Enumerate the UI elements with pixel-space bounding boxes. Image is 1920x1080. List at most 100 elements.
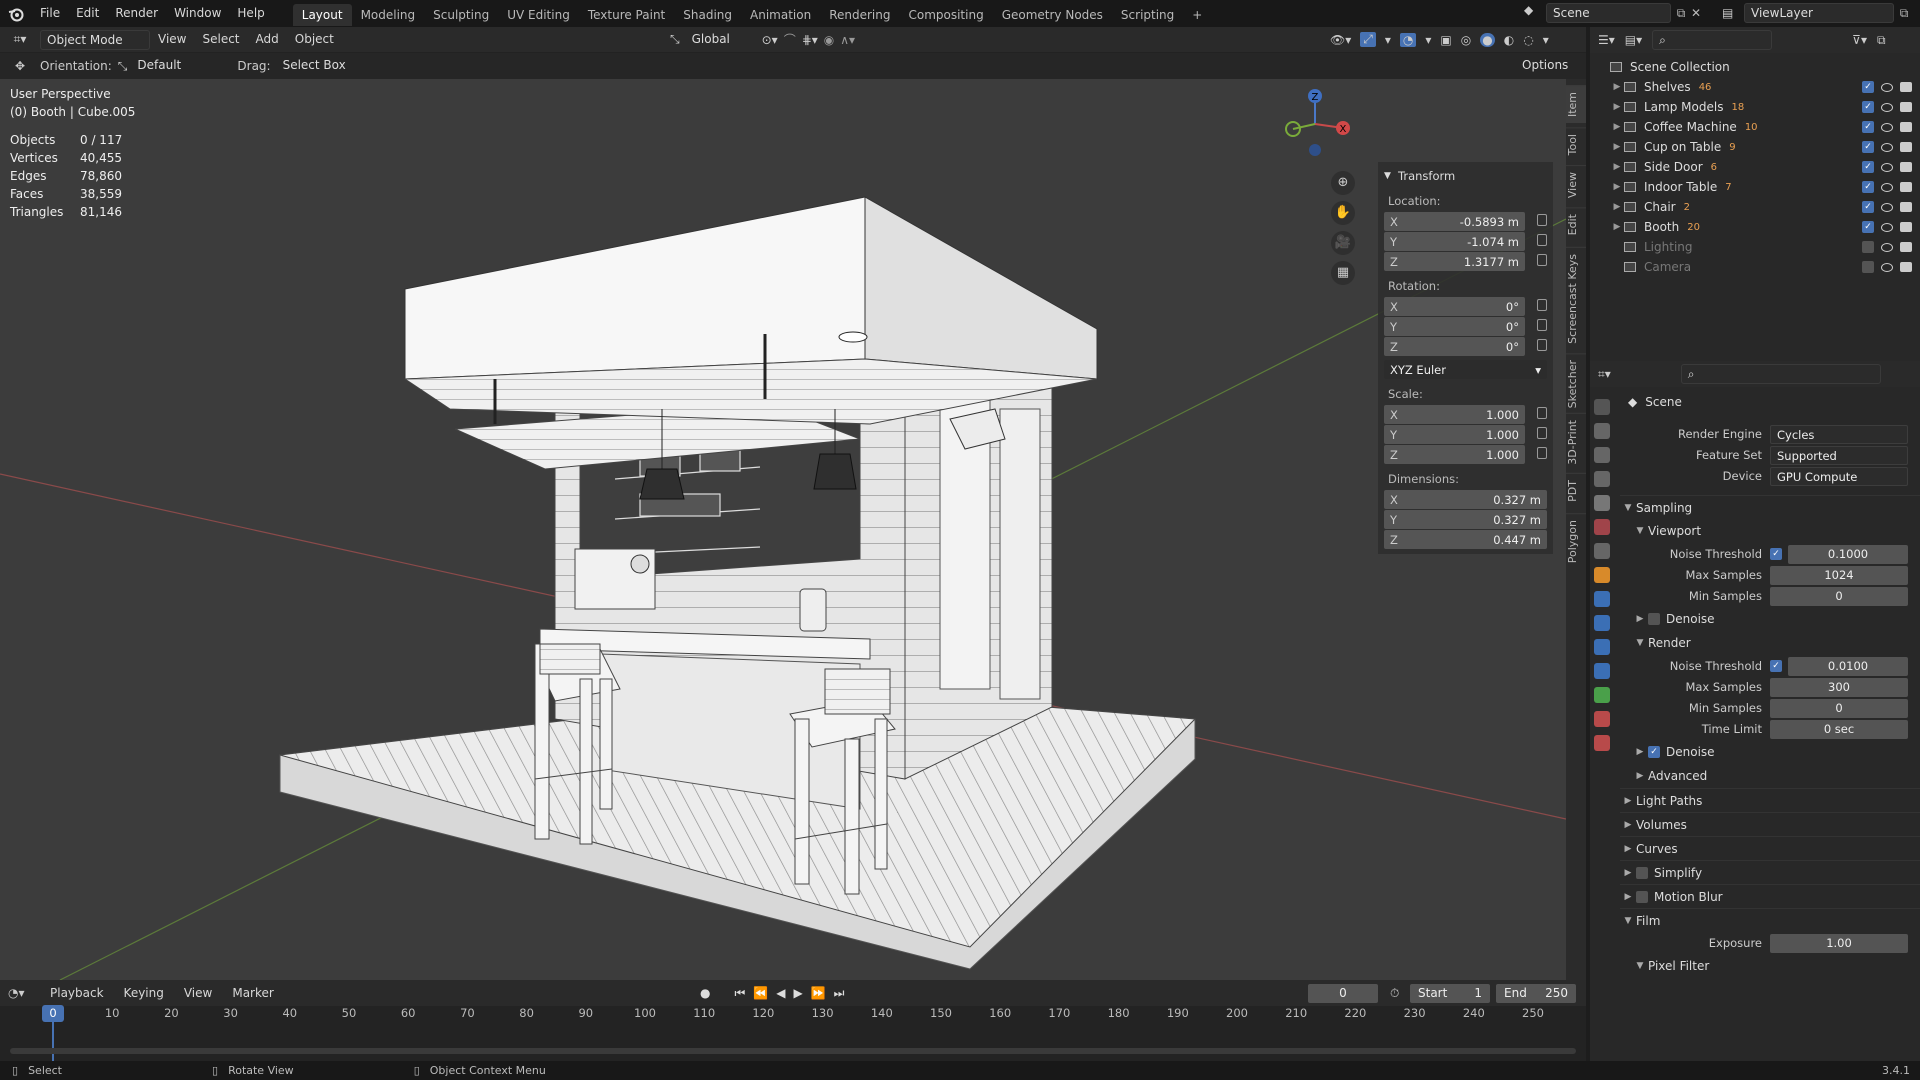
pivot-icon[interactable]: ⊙▾ [762,33,778,47]
pixel-filter-subpanel[interactable]: ▼ Pixel Filter [1620,954,1920,978]
advanced-subpanel[interactable]: ▶ Advanced [1620,764,1920,788]
viewlayer-icon[interactable]: ▤ [1722,6,1744,20]
navigation-gizmo[interactable]: Z X [1275,84,1355,164]
display-mode-icon[interactable]: ▤▾ [1625,33,1642,47]
delete-scene-icon[interactable]: ✕ [1691,6,1707,20]
shading-options-icon[interactable]: ▾ [1543,33,1549,47]
new-collection-icon[interactable]: ⧉ [1877,33,1886,48]
timeline-menu-playback[interactable]: Playback [42,980,112,1007]
r-min-samples-field[interactable]: 0 [1770,698,1908,718]
outliner-search-input[interactable]: ⌕ [1652,30,1773,50]
rotation-mode-selector[interactable]: XYZ Euler ▾ [1384,360,1547,379]
render-camera-icon[interactable] [1900,222,1912,232]
expand-arrow-icon[interactable]: ▶ [1610,162,1624,172]
exclude-checkbox[interactable]: ✓ [1862,81,1874,93]
render-camera-icon[interactable] [1900,142,1912,152]
lock-icon[interactable] [1537,299,1547,311]
options-button[interactable]: Options [1516,56,1578,76]
timeline-menu-keying[interactable]: Keying [116,980,172,1007]
outliner-item-chair[interactable]: ▶ Chair 2 ✓ [1610,197,1920,217]
feature-set-selector[interactable]: Supported [1770,445,1908,465]
render-engine-selector[interactable]: Cycles [1770,424,1908,444]
simplify-checkbox[interactable] [1636,866,1648,879]
lock-icon[interactable] [1537,407,1547,419]
render-camera-icon[interactable] [1900,262,1912,272]
vp-menu-object[interactable]: Object [287,26,342,53]
render-camera-icon[interactable] [1900,122,1912,132]
tab-rendering[interactable]: Rendering [820,4,899,26]
expand-arrow-icon[interactable]: ▶ [1610,82,1624,92]
viewlayer-selector[interactable]: ViewLayer [1744,3,1894,23]
rendered-shading-icon[interactable]: ◌ [1523,33,1533,47]
mode-selector[interactable]: Object Mode [40,29,150,50]
vp-menu-view[interactable]: View [150,26,194,53]
outliner-item-side-door[interactable]: ▶ Side Door 6 ✓ [1610,157,1920,177]
collapse-chevron-icon[interactable]: ▼ [1384,171,1398,181]
solid-shading-icon[interactable]: ● [1480,32,1495,47]
scale-x-field[interactable]: X 1.000 [1384,405,1547,424]
tab-scripting[interactable]: Scripting [1112,4,1183,26]
outliner-editor-icon[interactable]: ☰▾ [1598,33,1615,47]
jump-start-icon[interactable]: ⏮ [734,986,745,1001]
rotation-y-field[interactable]: Y 0° [1384,317,1547,336]
tab-edit[interactable]: Edit [1566,207,1586,242]
falloff-icon[interactable]: ∧▾ [840,33,855,47]
motion-blur-checkbox[interactable] [1636,890,1648,903]
outliner-item-lamp-models[interactable]: ▶ Lamp Models 18 ✓ [1610,97,1920,117]
exclude-checkbox[interactable]: ✓ [1862,141,1874,153]
exclude-checkbox[interactable]: ✓ [1862,161,1874,173]
outliner-item-cup-on-table[interactable]: ▶ Cup on Table 9 ✓ [1610,137,1920,157]
eye-icon[interactable] [1881,183,1893,192]
dimensions-z-field[interactable]: Z 0.447 m [1384,530,1547,549]
lock-icon[interactable] [1537,319,1547,331]
start-frame-field[interactable]: Start 1 [1410,983,1490,1003]
render-tab-icon[interactable] [1594,423,1610,439]
ortho-grid-icon[interactable]: ▦ [1331,261,1355,285]
particles-tab-icon[interactable] [1594,615,1610,631]
exposure-field[interactable]: 1.00 [1770,933,1908,953]
vp-max-samples-field[interactable]: 1024 [1770,565,1908,585]
render-camera-icon[interactable] [1900,202,1912,212]
snap-target-icon[interactable]: ⋕▾ [802,33,818,47]
proportional-edit-icon[interactable]: ◉ [824,33,834,47]
new-viewlayer-icon[interactable]: ⧉ [1894,6,1914,21]
gizmo-neg-z-axis[interactable] [1309,144,1321,156]
location-z-field[interactable]: Z 1.3177 m [1384,252,1547,271]
vp-menu-add[interactable]: Add [248,26,287,53]
collection-tab-icon[interactable] [1594,543,1610,559]
lock-icon[interactable] [1537,427,1547,439]
tab-sculpting[interactable]: Sculpting [424,4,498,26]
tab-view[interactable]: View [1566,165,1586,205]
editor-type-icon[interactable]: ⌗▾ [0,32,40,47]
view-layer-tab-icon[interactable] [1594,471,1610,487]
3d-viewport[interactable]: User Perspective (0) Booth | Cube.005 Ob… [0,79,1566,980]
timeline-menu-marker[interactable]: Marker [224,980,281,1007]
render-camera-icon[interactable] [1900,242,1912,252]
tab-polygon[interactable]: Polygon [1566,513,1586,570]
exclude-checkbox[interactable]: ✓ [1862,201,1874,213]
scene-selector[interactable]: Scene [1546,3,1671,23]
render-camera-icon[interactable] [1900,82,1912,92]
lock-icon[interactable] [1537,234,1547,246]
transform-orientation-selector[interactable]: Global [686,30,756,50]
tab-sketcher[interactable]: Sketcher [1566,353,1586,415]
jump-end-icon[interactable]: ⏭ [834,986,845,1001]
eye-icon[interactable] [1881,223,1893,232]
exclude-checkbox[interactable] [1862,261,1874,273]
expand-arrow-icon[interactable]: ▶ [1610,142,1624,152]
tab-screencast-keys[interactable]: Screencast Keys [1566,247,1586,350]
outliner-item-camera[interactable]: Camera [1610,257,1920,277]
filter-icon[interactable]: ⊽▾ [1852,33,1867,47]
snap-icon[interactable]: ⌒ [784,31,796,48]
eye-icon[interactable] [1881,243,1893,252]
overlay-toggle-icon[interactable]: ◔ [1399,32,1417,47]
vp-denoise-checkbox[interactable] [1648,613,1660,625]
stopwatch-icon[interactable]: ⏱ [1390,986,1399,1001]
wireframe-shading-icon[interactable]: ◎ [1461,33,1471,47]
rotation-x-field[interactable]: X 0° [1384,297,1547,316]
tab-uv-editing[interactable]: UV Editing [498,4,579,26]
world-tab-icon[interactable] [1594,519,1610,535]
vp-menu-select[interactable]: Select [194,26,247,53]
tab-tool[interactable]: Tool [1566,127,1586,162]
next-keyframe-icon[interactable]: ⏩ [811,986,826,1001]
